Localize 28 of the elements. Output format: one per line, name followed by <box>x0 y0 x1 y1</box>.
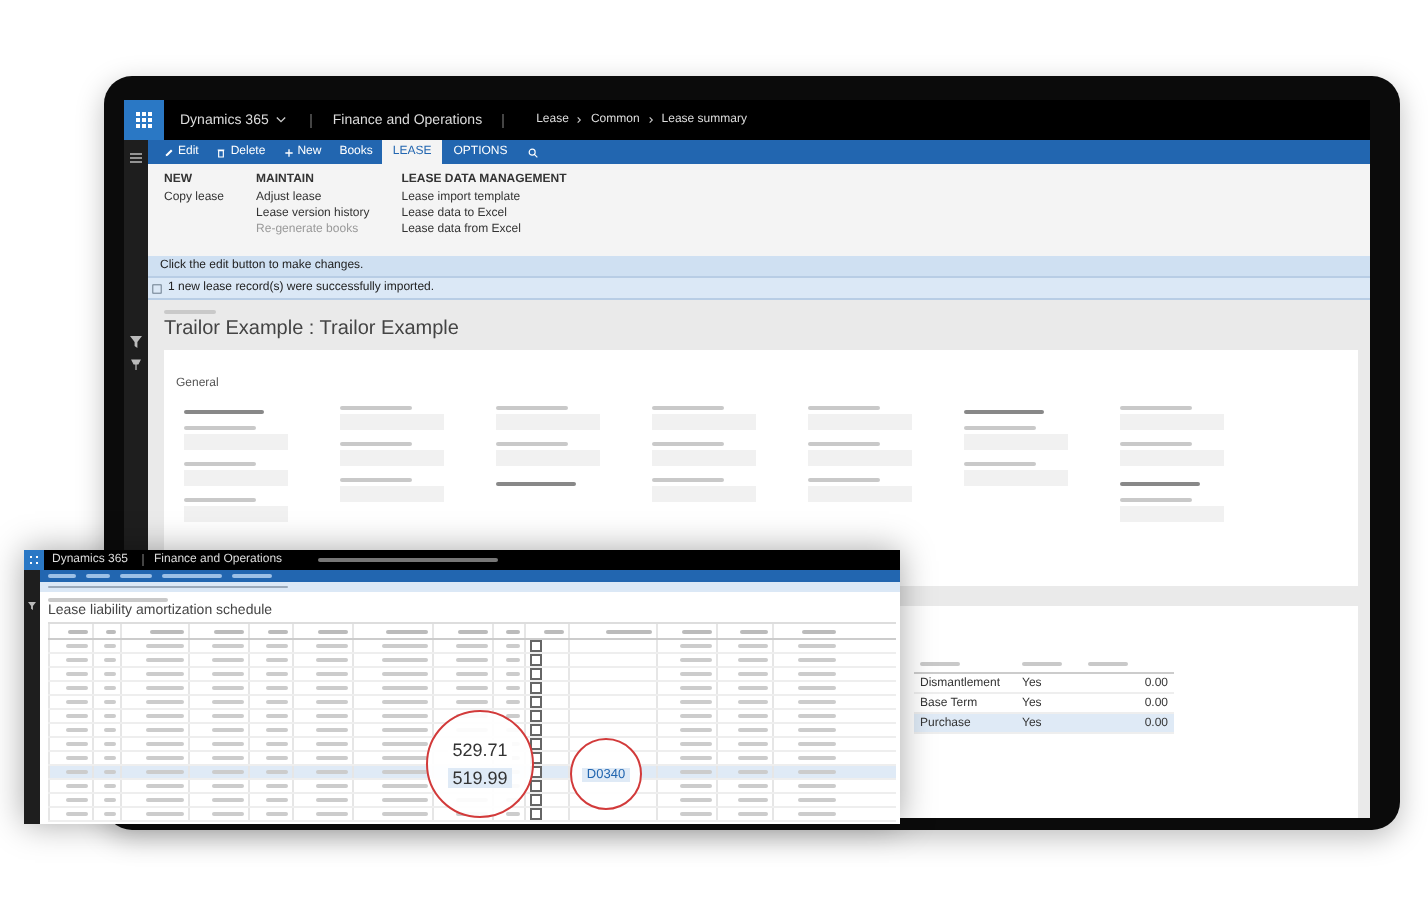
app-launcher-icon[interactable] <box>24 550 44 570</box>
checkbox[interactable] <box>530 668 541 680</box>
chevron-down-icon[interactable] <box>276 116 287 124</box>
checkbox-icon <box>152 283 162 293</box>
checkbox[interactable] <box>530 724 541 736</box>
checkbox[interactable] <box>530 682 541 694</box>
checkbox[interactable] <box>530 696 541 708</box>
checkbox[interactable] <box>530 780 541 792</box>
menu-icon[interactable] <box>130 152 142 164</box>
page-title: Trailor Example : Trailor Example <box>164 318 459 340</box>
zoomed-value: 529.71 <box>448 740 512 760</box>
app-launcher-icon[interactable] <box>124 100 164 140</box>
trash-icon <box>216 147 227 157</box>
checkbox[interactable] <box>530 654 541 666</box>
checkbox[interactable] <box>530 794 541 806</box>
checkbox[interactable] <box>530 808 541 820</box>
checkbox[interactable] <box>530 710 541 722</box>
filter-icon[interactable] <box>130 336 142 348</box>
search-icon[interactable] <box>527 147 538 157</box>
pencil-icon <box>164 147 174 157</box>
zoomed-value: 519.99 <box>448 768 512 788</box>
filter-icon[interactable] <box>28 602 36 610</box>
plus-icon <box>283 147 294 157</box>
chevron-right-icon <box>576 116 583 124</box>
pin-icon[interactable] <box>130 358 142 370</box>
chevron-right-icon <box>647 116 654 124</box>
checkbox[interactable] <box>530 738 541 750</box>
checkbox[interactable] <box>530 640 541 652</box>
